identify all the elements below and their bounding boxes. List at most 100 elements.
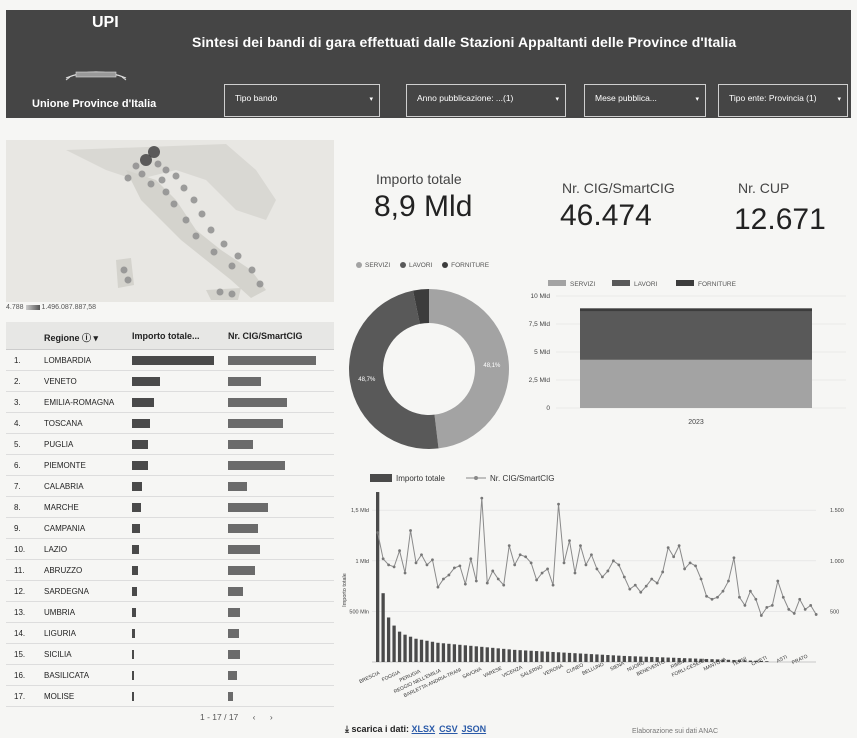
amount-bar[interactable] bbox=[726, 659, 731, 662]
cig-point[interactable] bbox=[655, 581, 659, 585]
amount-bar[interactable] bbox=[562, 652, 566, 662]
cig-point[interactable] bbox=[617, 563, 621, 567]
amount-bar[interactable] bbox=[611, 655, 615, 662]
cig-point[interactable] bbox=[491, 569, 495, 573]
cig-point[interactable] bbox=[792, 612, 796, 615]
cig-point[interactable] bbox=[770, 603, 774, 607]
cig-point[interactable] bbox=[496, 577, 500, 581]
amount-bar[interactable] bbox=[414, 638, 418, 662]
province-marker[interactable] bbox=[124, 174, 132, 182]
amount-bar[interactable] bbox=[628, 656, 632, 662]
province-marker[interactable] bbox=[147, 180, 155, 188]
cig-point[interactable] bbox=[743, 603, 747, 607]
province-marker[interactable] bbox=[180, 184, 188, 192]
cig-point[interactable] bbox=[776, 579, 780, 583]
cig-point[interactable] bbox=[485, 581, 489, 585]
cig-point[interactable] bbox=[474, 579, 478, 583]
filter-anno-pubblicazione[interactable]: Anno pubblicazione: ...(1) ▾ bbox=[406, 84, 566, 117]
cig-point[interactable] bbox=[414, 561, 418, 565]
amount-bar[interactable] bbox=[376, 492, 380, 662]
filter-tipo-bando[interactable]: Tipo bando ▾ bbox=[224, 84, 380, 117]
province-marker[interactable] bbox=[162, 166, 170, 174]
amount-bar[interactable] bbox=[633, 656, 637, 662]
stacked-bar-chart[interactable]: SERVIZI LAVORI FORNITURE 0 2,5 Mld 5 Mld 7,5 M… bbox=[516, 274, 854, 436]
cig-point[interactable] bbox=[672, 555, 676, 559]
cig-point[interactable] bbox=[677, 544, 681, 548]
cig-point[interactable] bbox=[688, 561, 692, 565]
table-row[interactable]: 16. BASILICATA bbox=[6, 665, 334, 686]
amount-bar[interactable] bbox=[469, 645, 473, 662]
amount-bar[interactable] bbox=[496, 648, 500, 662]
cig-point[interactable] bbox=[513, 563, 517, 567]
cig-point[interactable] bbox=[442, 577, 445, 581]
province-marker[interactable] bbox=[220, 240, 228, 248]
cig-point[interactable] bbox=[579, 544, 582, 548]
cig-point[interactable] bbox=[584, 563, 588, 567]
cig-point[interactable] bbox=[551, 583, 555, 587]
province-marker[interactable] bbox=[154, 160, 162, 168]
cig-point[interactable] bbox=[535, 578, 539, 582]
province-marker[interactable] bbox=[132, 162, 140, 170]
amount-bar[interactable] bbox=[666, 657, 670, 662]
cig-point[interactable] bbox=[814, 613, 818, 616]
cig-point[interactable] bbox=[683, 567, 687, 571]
province-marker[interactable] bbox=[170, 200, 178, 208]
donut-chart[interactable]: 48,1% 48,7% bbox=[336, 276, 522, 462]
amount-bar[interactable] bbox=[436, 642, 440, 662]
cig-point[interactable] bbox=[463, 582, 467, 586]
cig-point[interactable] bbox=[540, 571, 544, 575]
cig-point[interactable] bbox=[398, 549, 401, 553]
italy-map[interactable] bbox=[6, 140, 334, 302]
amount-bar[interactable] bbox=[567, 652, 572, 662]
amount-bar[interactable] bbox=[458, 644, 462, 662]
filter-mese-pubblicazione[interactable]: Mese pubblica... ▾ bbox=[584, 84, 706, 117]
cig-point[interactable] bbox=[699, 577, 703, 581]
province-marker[interactable] bbox=[210, 248, 218, 256]
table-row[interactable]: 12. SARDEGNA bbox=[6, 581, 334, 602]
cig-point[interactable] bbox=[573, 571, 577, 575]
col-header-region[interactable]: Regione ⓘ ▾ bbox=[44, 331, 98, 344]
cig-point[interactable] bbox=[628, 587, 632, 591]
cig-point[interactable] bbox=[644, 584, 648, 588]
stacked-bar-segment[interactable] bbox=[580, 359, 812, 408]
stacked-bar-segment[interactable] bbox=[580, 308, 812, 312]
cig-point[interactable] bbox=[716, 595, 719, 599]
cig-point[interactable] bbox=[518, 553, 522, 557]
amount-bar[interactable] bbox=[419, 639, 424, 662]
amount-bar[interactable] bbox=[545, 651, 550, 662]
amount-bar[interactable] bbox=[551, 651, 555, 662]
cig-point[interactable] bbox=[754, 597, 758, 601]
table-row[interactable]: 3. EMILIA-ROMAGNA bbox=[6, 392, 334, 413]
province-marker[interactable] bbox=[198, 210, 206, 218]
table-row[interactable]: 15. SICILIA bbox=[6, 644, 334, 665]
stacked-bar-segment[interactable] bbox=[580, 311, 812, 360]
province-marker[interactable] bbox=[207, 226, 215, 234]
cig-point[interactable] bbox=[694, 564, 697, 568]
table-row[interactable]: 13. UMBRIA bbox=[6, 602, 334, 623]
cig-point[interactable] bbox=[705, 594, 708, 598]
combo-chart[interactable]: Importo totale Nr. CIG/SmartCIG Importo to… bbox=[336, 470, 856, 700]
cig-point[interactable] bbox=[392, 565, 396, 569]
cig-point[interactable] bbox=[524, 555, 528, 559]
cig-point[interactable] bbox=[458, 564, 462, 568]
province-marker[interactable] bbox=[216, 288, 224, 296]
table-row[interactable]: 9. CAMPANIA bbox=[6, 518, 334, 539]
province-marker[interactable] bbox=[234, 252, 242, 260]
cig-point[interactable] bbox=[557, 502, 560, 506]
amount-bar[interactable] bbox=[452, 644, 457, 662]
province-marker[interactable] bbox=[228, 262, 236, 270]
amount-bar[interactable] bbox=[573, 653, 577, 662]
amount-bar[interactable] bbox=[441, 643, 446, 662]
province-marker[interactable] bbox=[190, 196, 198, 204]
amount-bar[interactable] bbox=[540, 651, 544, 662]
cig-point[interactable] bbox=[759, 614, 763, 617]
amount-bar[interactable] bbox=[650, 656, 654, 662]
cig-point[interactable] bbox=[666, 546, 670, 550]
amount-bar[interactable] bbox=[644, 656, 648, 662]
amount-bar[interactable] bbox=[529, 650, 533, 662]
cig-point[interactable] bbox=[562, 561, 566, 565]
cig-point[interactable] bbox=[721, 589, 725, 593]
cig-point[interactable] bbox=[622, 575, 626, 579]
cig-point[interactable] bbox=[387, 563, 391, 567]
cig-point[interactable] bbox=[546, 567, 549, 571]
